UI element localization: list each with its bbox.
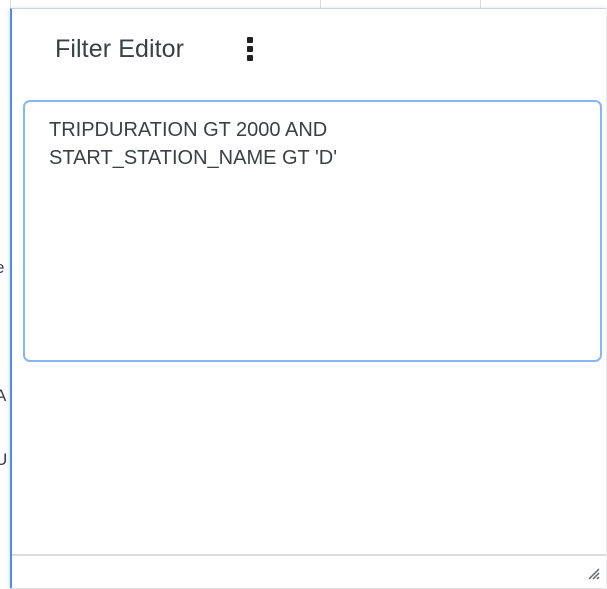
filter-editor-panel: Filter Editor TRIPDURATION GT 2000 AND S… <box>10 8 606 588</box>
background-text-fragment: U <box>0 450 8 469</box>
filter-expression-text[interactable]: TRIPDURATION GT 2000 AND START_STATION_N… <box>49 116 580 172</box>
background-text-fragment: e <box>0 258 4 278</box>
background-top-bar <box>0 0 607 8</box>
panel-header: Filter Editor <box>12 9 606 89</box>
background-text-fragment: A <box>0 386 7 405</box>
menu-dot <box>247 55 253 61</box>
resize-grip-icon[interactable] <box>586 566 600 580</box>
panel-title: Filter Editor <box>55 35 185 63</box>
more-vert-icon[interactable] <box>238 33 262 65</box>
menu-dot <box>247 46 253 52</box>
screen: l e A U Filter Editor TRIPDURATION GT 20… <box>0 0 607 589</box>
filter-expression-input[interactable]: TRIPDURATION GT 2000 AND START_STATION_N… <box>23 100 602 362</box>
footer-divider <box>12 554 606 556</box>
menu-dot <box>247 37 253 43</box>
background-divider <box>480 0 481 8</box>
background-divider <box>320 0 321 8</box>
